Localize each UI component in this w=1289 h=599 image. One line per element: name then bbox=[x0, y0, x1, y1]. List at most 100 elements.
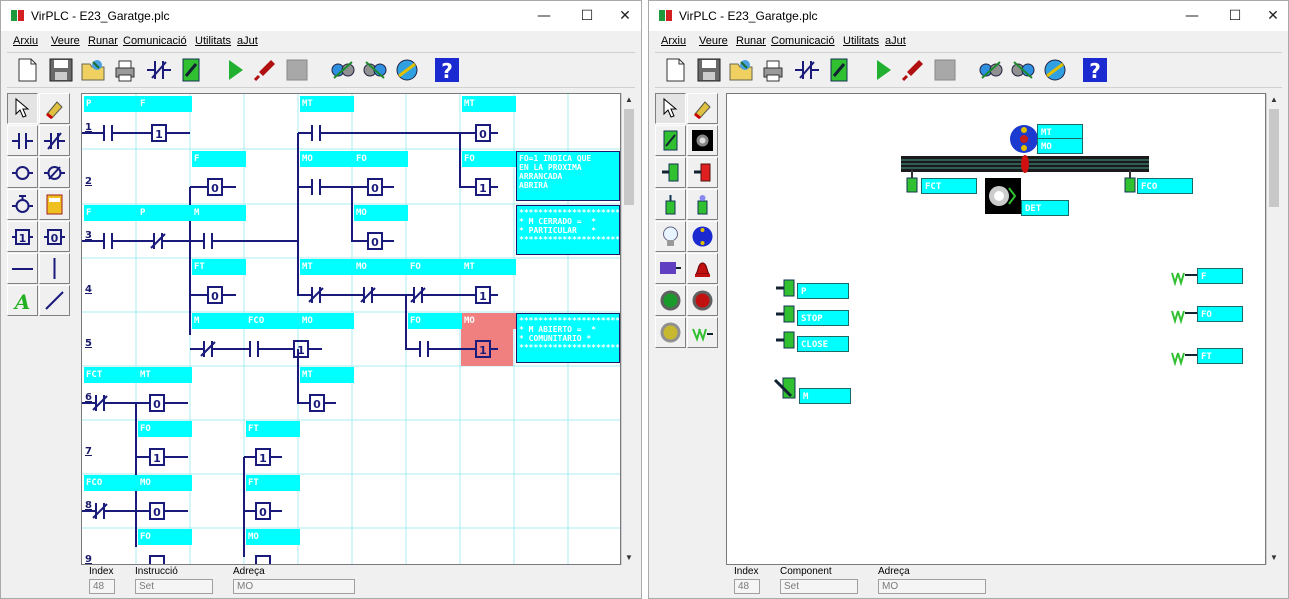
maximize-button[interactable]: ☐ bbox=[1226, 7, 1244, 25]
address-label[interactable]: FO bbox=[138, 529, 192, 545]
bell-component[interactable] bbox=[687, 253, 718, 284]
motor-label-mo[interactable]: MO bbox=[1037, 138, 1083, 154]
run-icon[interactable] bbox=[869, 56, 897, 84]
contact-mode-icon[interactable] bbox=[145, 56, 173, 84]
print-icon[interactable] bbox=[759, 56, 787, 84]
address-label[interactable]: MO bbox=[246, 529, 300, 545]
switch-label-m[interactable]: M bbox=[799, 388, 851, 404]
indicator-component[interactable] bbox=[687, 317, 718, 348]
open-icon[interactable] bbox=[79, 56, 107, 84]
help-icon[interactable]: ? bbox=[1081, 56, 1109, 84]
scroll-thumb[interactable] bbox=[624, 109, 634, 205]
text-tool[interactable]: A bbox=[7, 285, 38, 316]
address-label[interactable]: F bbox=[192, 151, 246, 167]
help-icon[interactable]: ? bbox=[433, 56, 461, 84]
pushbutton-icon[interactable] bbox=[775, 278, 797, 298]
open-icon[interactable] bbox=[727, 56, 755, 84]
menu-arxiu[interactable]: Arxiu bbox=[661, 35, 686, 47]
detector-label-det[interactable]: DET bbox=[1021, 200, 1069, 216]
comment-box[interactable]: ********************* * M ABIERTO = * * … bbox=[516, 313, 620, 363]
address-label[interactable]: FCO bbox=[84, 475, 138, 491]
reset-tool[interactable]: 0 bbox=[39, 221, 70, 252]
counter-tool[interactable] bbox=[39, 189, 70, 220]
close-button[interactable]: ✕ bbox=[616, 7, 634, 25]
limit-label-fco[interactable]: FCO bbox=[1137, 178, 1193, 194]
menu-veure[interactable]: Veure bbox=[699, 35, 728, 47]
switch-component[interactable] bbox=[655, 125, 686, 156]
select-tool[interactable] bbox=[7, 93, 38, 124]
green-light-component[interactable] bbox=[655, 285, 686, 316]
limit-label-fct[interactable]: FCT bbox=[921, 178, 977, 194]
vertical-line-tool[interactable] bbox=[39, 253, 70, 284]
simulation-canvas[interactable]: MT MO FCT FCO DET P STOP CLOSE M F FO FT bbox=[726, 93, 1266, 565]
delete-tool[interactable] bbox=[39, 93, 70, 124]
scroll-up-icon[interactable]: ▲ bbox=[1267, 93, 1281, 107]
timer-tool[interactable] bbox=[7, 189, 38, 220]
minimize-button[interactable]: — bbox=[1183, 7, 1201, 25]
vertical-scrollbar[interactable]: ▲ ▼ bbox=[1266, 93, 1280, 565]
limit-switch-icon[interactable] bbox=[1123, 170, 1137, 194]
menu-arxiu[interactable]: Arxiu bbox=[13, 35, 38, 47]
menu-runar[interactable]: Runar bbox=[736, 35, 766, 47]
motor-icon[interactable] bbox=[1009, 124, 1039, 154]
address-label[interactable]: FT bbox=[246, 475, 300, 491]
menu-ajut[interactable]: aJut bbox=[885, 35, 906, 47]
address-label[interactable]: M bbox=[192, 313, 246, 329]
address-label[interactable]: MT bbox=[462, 96, 516, 112]
scroll-down-icon[interactable]: ▼ bbox=[1267, 551, 1281, 565]
vertical-scrollbar[interactable]: ▲ ▼ bbox=[621, 93, 635, 565]
menu-runar[interactable]: Runar bbox=[88, 35, 118, 47]
menu-utilitats[interactable]: Utilitats bbox=[195, 35, 231, 47]
address-label[interactable]: MT bbox=[462, 259, 516, 275]
address-label[interactable]: FO bbox=[462, 151, 516, 167]
no-contact-tool[interactable] bbox=[7, 125, 38, 156]
address-label[interactable]: FCT bbox=[84, 367, 138, 383]
minimize-button[interactable]: — bbox=[535, 7, 553, 25]
stop-plc-icon[interactable] bbox=[899, 56, 927, 84]
save-icon[interactable] bbox=[47, 56, 75, 84]
scroll-up-icon[interactable]: ▲ bbox=[622, 93, 636, 107]
menu-ajut[interactable]: aJut bbox=[237, 35, 258, 47]
address-label[interactable]: FO bbox=[408, 313, 462, 329]
display-component[interactable] bbox=[655, 253, 686, 284]
comm-upload-icon[interactable] bbox=[329, 56, 357, 84]
scroll-thumb[interactable] bbox=[1269, 109, 1279, 207]
comm-download-icon[interactable] bbox=[1009, 56, 1037, 84]
contact-mode-icon[interactable] bbox=[793, 56, 821, 84]
menu-veure[interactable]: Veure bbox=[51, 35, 80, 47]
address-label[interactable]: MT bbox=[300, 259, 354, 275]
new-file-icon[interactable] bbox=[13, 56, 41, 84]
address-label[interactable]: FT bbox=[192, 259, 246, 275]
delete-tool[interactable] bbox=[687, 93, 718, 124]
limit-switch-icon[interactable] bbox=[905, 170, 919, 194]
limit-switch-2-component[interactable] bbox=[687, 189, 718, 220]
pause-icon[interactable] bbox=[283, 56, 311, 84]
address-label[interactable]: F bbox=[84, 205, 138, 221]
yellow-light-component[interactable] bbox=[655, 317, 686, 348]
negated-coil-tool[interactable] bbox=[39, 157, 70, 188]
address-label[interactable]: P bbox=[84, 96, 138, 112]
comment-box[interactable]: ********************* * M CERRADO = * * … bbox=[516, 205, 620, 255]
pushbutton-icon[interactable] bbox=[775, 330, 797, 350]
nc-contact-tool[interactable] bbox=[39, 125, 70, 156]
address-label[interactable]: MT bbox=[300, 367, 354, 383]
pushbutton-icon[interactable] bbox=[775, 304, 797, 324]
address-label[interactable]: MO bbox=[138, 475, 192, 491]
switch-mode-icon[interactable] bbox=[825, 56, 853, 84]
pushbutton-label-stop[interactable]: STOP bbox=[797, 310, 849, 326]
indicator-label-f[interactable]: F bbox=[1197, 268, 1243, 284]
address-label[interactable]: MO bbox=[354, 205, 408, 221]
pushbutton-no-component[interactable] bbox=[655, 157, 686, 188]
menu-utilitats[interactable]: Utilitats bbox=[843, 35, 879, 47]
address-label[interactable]: MO bbox=[300, 151, 354, 167]
red-light-component[interactable] bbox=[687, 285, 718, 316]
switch-mode-icon[interactable] bbox=[177, 56, 205, 84]
address-label[interactable]: FO bbox=[408, 259, 462, 275]
address-label[interactable]: FT bbox=[246, 421, 300, 437]
address-label-selected[interactable]: MO bbox=[462, 313, 516, 329]
sensor-component[interactable] bbox=[687, 125, 718, 156]
maximize-button[interactable]: ☐ bbox=[578, 7, 596, 25]
comm-upload-icon[interactable] bbox=[977, 56, 1005, 84]
save-icon[interactable] bbox=[695, 56, 723, 84]
horizontal-line-tool[interactable] bbox=[7, 253, 38, 284]
